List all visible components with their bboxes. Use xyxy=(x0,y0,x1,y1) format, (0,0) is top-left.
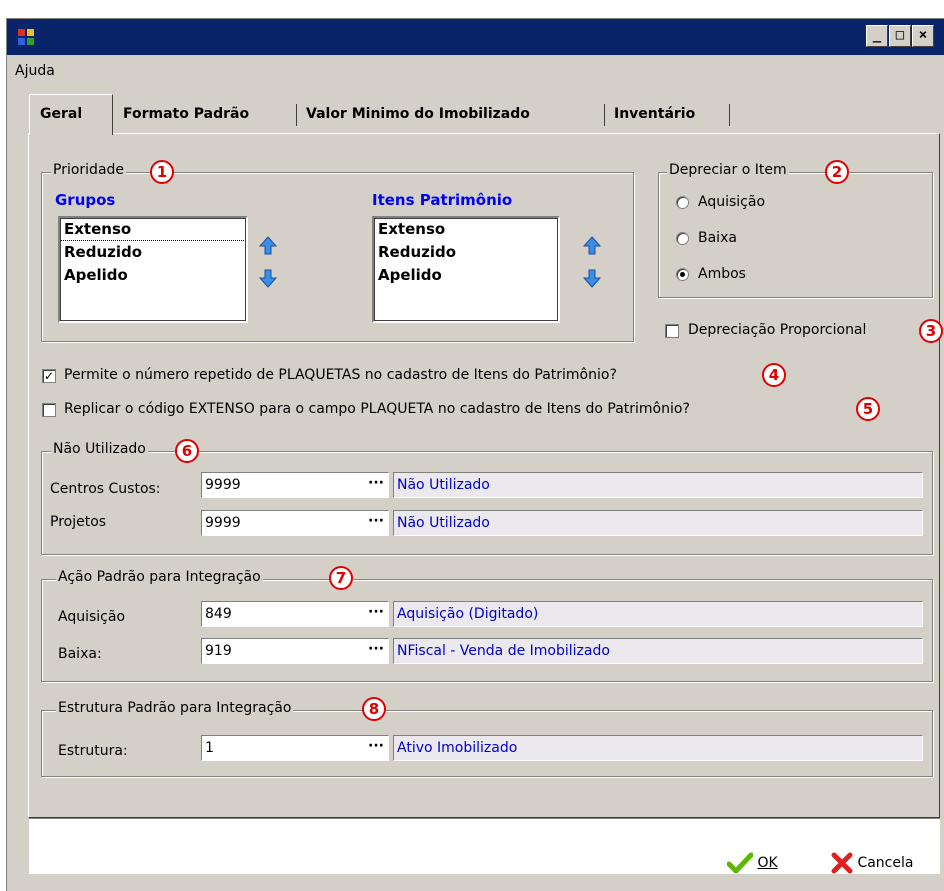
title-bar[interactable]: _ □ × xyxy=(7,19,944,55)
tab-formato-padrao[interactable]: Formato Padrão xyxy=(117,97,256,133)
move-down-arrow-icon[interactable] xyxy=(582,268,602,288)
ok-button-label: OK xyxy=(757,855,778,871)
projects-label: Projetos xyxy=(50,514,107,530)
move-up-arrow-icon[interactable] xyxy=(582,236,602,256)
structure-label: Estrutura: xyxy=(58,743,128,759)
tab-valor-minimo[interactable]: Valor Minimo do Imobilizado xyxy=(300,97,536,133)
proportional-checkbox[interactable] xyxy=(665,324,679,338)
callout-badge-6: 6 xyxy=(175,439,199,463)
assets-listbox[interactable]: Extenso Reduzido Apelido xyxy=(372,216,560,323)
allow-repeat-checkbox[interactable]: ✓ xyxy=(42,369,56,383)
acquisition-description: Aquisição (Digitado) xyxy=(393,601,923,627)
projects-description: Não Utilizado xyxy=(393,510,923,536)
list-item[interactable]: Apelido xyxy=(374,264,558,287)
radio-baixa[interactable] xyxy=(676,232,689,245)
disposal-label: Baixa: xyxy=(58,646,102,662)
list-item[interactable]: Extenso xyxy=(60,218,246,241)
move-down-arrow-icon[interactable] xyxy=(258,268,278,288)
ok-button[interactable]: OK xyxy=(726,848,778,878)
menu-bar: Ajuda xyxy=(7,55,944,87)
menu-help[interactable]: Ajuda xyxy=(15,63,55,79)
disposal-input[interactable]: 919 xyxy=(201,638,389,664)
close-button[interactable]: × xyxy=(912,25,934,47)
minimize-button[interactable]: _ xyxy=(866,25,888,47)
move-up-arrow-icon[interactable] xyxy=(258,236,278,256)
callout-badge-8: 8 xyxy=(362,697,386,721)
tab-divider xyxy=(296,104,297,126)
callout-badge-4: 4 xyxy=(762,363,786,387)
callout-badge-2: 2 xyxy=(825,160,849,184)
not-used-group-title: Não Utilizado xyxy=(51,441,148,457)
projects-lookup-button[interactable]: ··· xyxy=(365,511,387,535)
maximize-button[interactable]: □ xyxy=(889,25,911,47)
allow-repeat-label: Permite o número repetido de PLAQUETAS n… xyxy=(64,367,617,383)
tab-inventario[interactable]: Inventário xyxy=(608,97,702,133)
list-item[interactable]: Reduzido xyxy=(60,241,246,264)
depreciate-group-title: Depreciar o Item xyxy=(667,162,789,178)
structure-lookup-button[interactable]: ··· xyxy=(365,736,387,760)
callout-badge-5: 5 xyxy=(856,397,880,421)
disposal-lookup-button[interactable]: ··· xyxy=(365,639,387,663)
groups-title: Grupos xyxy=(55,191,116,209)
radio-aquisicao[interactable] xyxy=(676,196,689,209)
groups-listbox[interactable]: Extenso Reduzido Apelido xyxy=(58,216,248,323)
not-used-group xyxy=(41,451,933,555)
checkmark-icon xyxy=(726,852,754,874)
acquisition-input[interactable]: 849 xyxy=(201,601,389,627)
disposal-description: NFiscal - Venda de Imobilizado xyxy=(393,638,923,664)
replicate-label: Replicar o código EXTENSO para o campo P… xyxy=(64,401,690,417)
tab-geral[interactable]: Geral xyxy=(29,94,113,135)
projects-input[interactable]: 9999 xyxy=(201,510,389,536)
default-structure-group-title: Estrutura Padrão para Integração xyxy=(56,700,294,716)
radio-selected-dot xyxy=(680,272,685,277)
proportional-label: Depreciação Proporcional xyxy=(688,322,867,338)
tab-divider xyxy=(729,104,730,126)
app-icon xyxy=(18,29,34,45)
list-item[interactable]: Extenso xyxy=(374,218,558,241)
cost-center-input[interactable]: 9999 xyxy=(201,472,389,498)
callout-badge-3: 3 xyxy=(919,319,943,343)
cost-center-label: Centros Custos: xyxy=(50,481,161,497)
acquisition-label: Aquisição xyxy=(58,609,126,625)
callout-badge-1: 1 xyxy=(150,160,174,184)
callout-badge-7: 7 xyxy=(329,566,353,590)
structure-description: Ativo Imobilizado xyxy=(393,735,923,761)
cancel-button-label: Cancela xyxy=(857,855,914,871)
replicate-checkbox[interactable] xyxy=(42,403,56,417)
default-action-group-title: Ação Padrão para Integração xyxy=(56,569,263,585)
footer-bar xyxy=(29,818,940,874)
cancel-button[interactable]: Cancela xyxy=(831,848,913,878)
cost-center-lookup-button[interactable]: ··· xyxy=(365,473,387,497)
cost-center-description: Não Utilizado xyxy=(393,472,923,498)
red-x-icon xyxy=(831,852,853,874)
structure-input[interactable]: 1 xyxy=(201,735,389,761)
radio-label: Ambos xyxy=(698,266,746,282)
acquisition-lookup-button[interactable]: ··· xyxy=(365,602,387,626)
default-action-group xyxy=(41,579,933,682)
priority-group-title: Prioridade xyxy=(51,162,127,178)
radio-ambos[interactable] xyxy=(676,268,689,281)
radio-label: Baixa xyxy=(698,230,737,246)
list-item[interactable]: Reduzido xyxy=(374,241,558,264)
tab-divider xyxy=(604,104,605,126)
list-item[interactable]: Apelido xyxy=(60,264,246,287)
radio-label: Aquisição xyxy=(698,194,766,210)
assets-title: Itens Patrimônio xyxy=(372,191,513,209)
